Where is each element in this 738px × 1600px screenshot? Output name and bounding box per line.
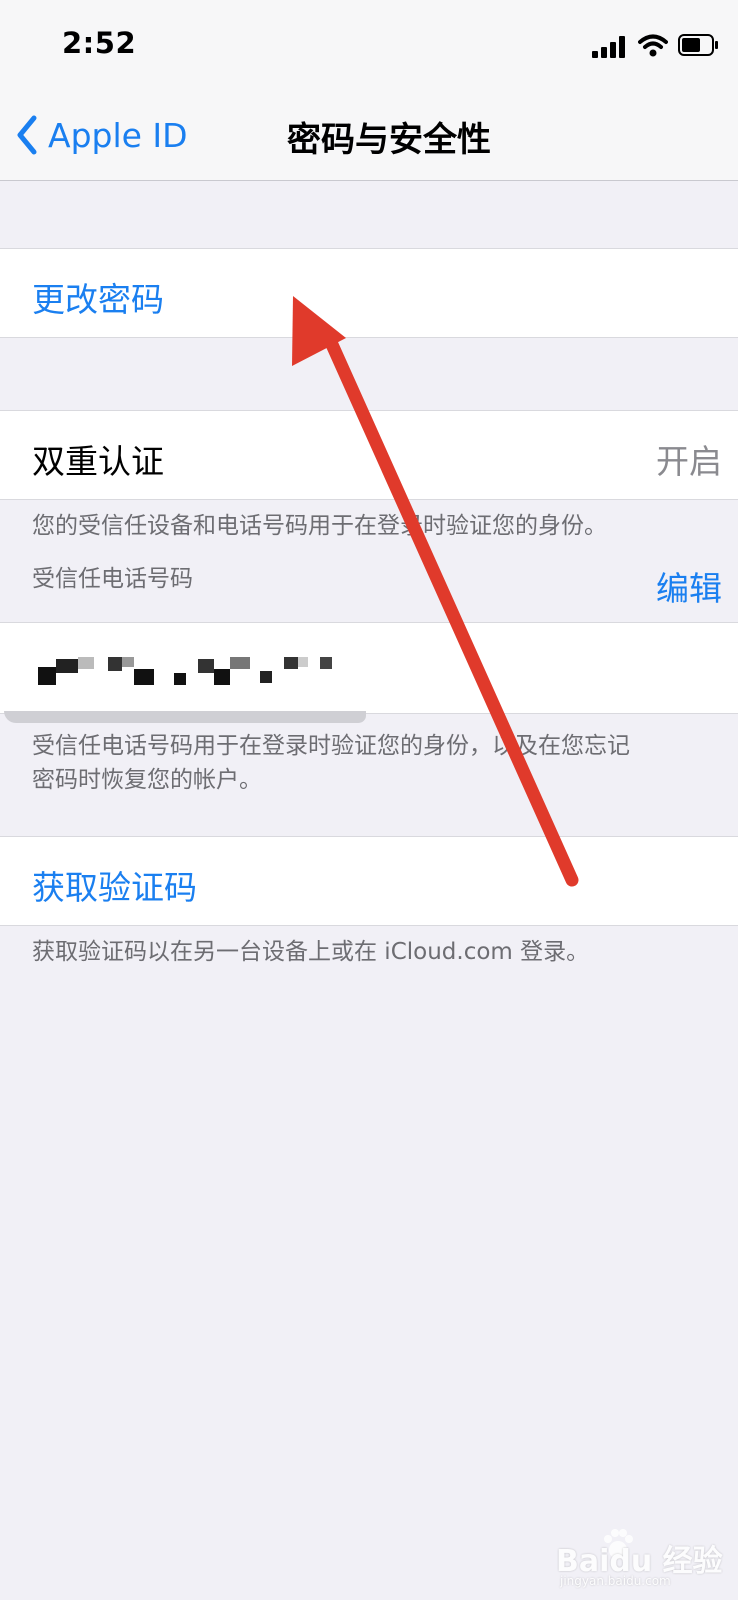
two-factor-cell: 双重认证 开启 (0, 410, 738, 500)
change-password-label: 更改密码 (32, 280, 164, 319)
battery-icon (678, 34, 718, 56)
get-verification-code-label: 获取验证码 (32, 868, 197, 907)
two-factor-label: 双重认证 (32, 442, 164, 481)
annotation-arrow (292, 296, 579, 887)
get-verification-code-cell[interactable]: 获取验证码 (0, 836, 738, 926)
status-time: 2:52 (62, 26, 137, 60)
trusted-phone-header: 受信任电话号码 (32, 566, 193, 592)
wifi-icon (638, 34, 668, 57)
trusted-phone-footer-line1: 受信任电话号码用于在登录时验证您的身份，以及在您忘记 (32, 733, 630, 759)
change-password-cell[interactable]: 更改密码 (0, 248, 738, 338)
baidu-watermark: Baidu 经验 jingyan.baidu.com (556, 1528, 726, 1594)
edit-button[interactable]: 编辑 (656, 562, 722, 610)
watermark-url: jingyan.baidu.com (560, 1574, 671, 1588)
page-title: 密码与安全性 (287, 120, 491, 160)
navigation-bar: Apple ID 密码与安全性 (0, 90, 738, 181)
cellular-signal-icon (592, 36, 625, 58)
status-bar: 2:52 (0, 0, 738, 90)
obscured-phone-number (38, 653, 348, 687)
two-factor-footer: 您的受信任设备和电话号码用于在登录时验证您的身份。 (32, 513, 607, 539)
verification-code-footer: 获取验证码以在另一台设备上或在 iCloud.com 登录。 (32, 939, 590, 965)
trusted-phone-footer-line2: 密码时恢复您的帐户。 (32, 767, 262, 793)
trusted-phone-cell (0, 622, 738, 723)
screenshot-artifact (4, 711, 366, 723)
two-factor-status: 开启 (656, 442, 722, 481)
